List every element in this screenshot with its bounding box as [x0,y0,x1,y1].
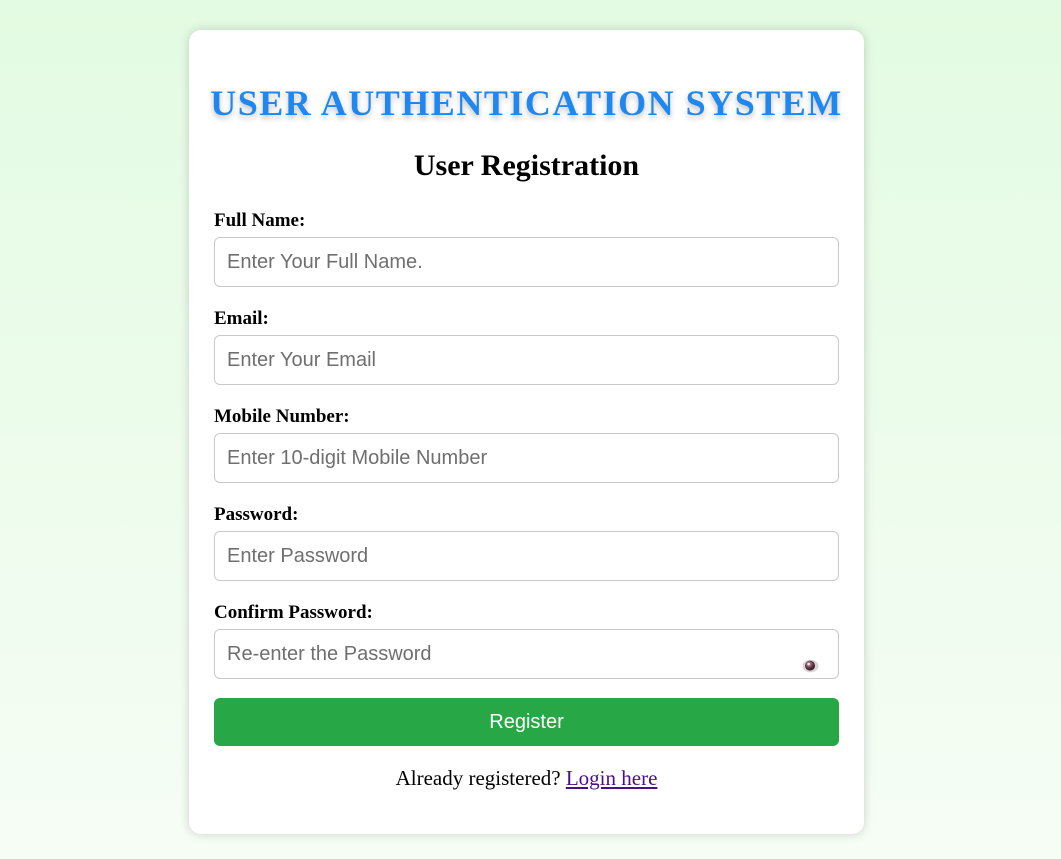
full-name-label: Full Name: [214,210,306,231]
password-input[interactable] [214,531,839,581]
eye-icon[interactable] [802,659,819,673]
login-prompt-text: Already registered? [395,766,561,790]
full-name-input[interactable] [214,237,839,287]
password-label: Password: [214,504,299,525]
confirm-password-label: Confirm Password: [214,602,373,623]
register-button[interactable]: Register [214,698,839,746]
registration-card: USER AUTHENTICATION SYSTEM User Registra… [189,30,864,834]
mobile-number-label: Mobile Number: [214,406,350,427]
email-input[interactable] [214,335,839,385]
login-prompt: Already registered? Login here [189,766,864,790]
form-title: User Registration [413,149,640,182]
mobile-number-input[interactable] [214,433,839,483]
confirm-password-input[interactable] [214,629,839,679]
eye-icon-graphic [802,659,819,673]
email-label: Email: [214,308,269,329]
login-link[interactable]: Login here [566,766,658,790]
app-title: USER AUTHENTICATION SYSTEM [210,83,843,123]
